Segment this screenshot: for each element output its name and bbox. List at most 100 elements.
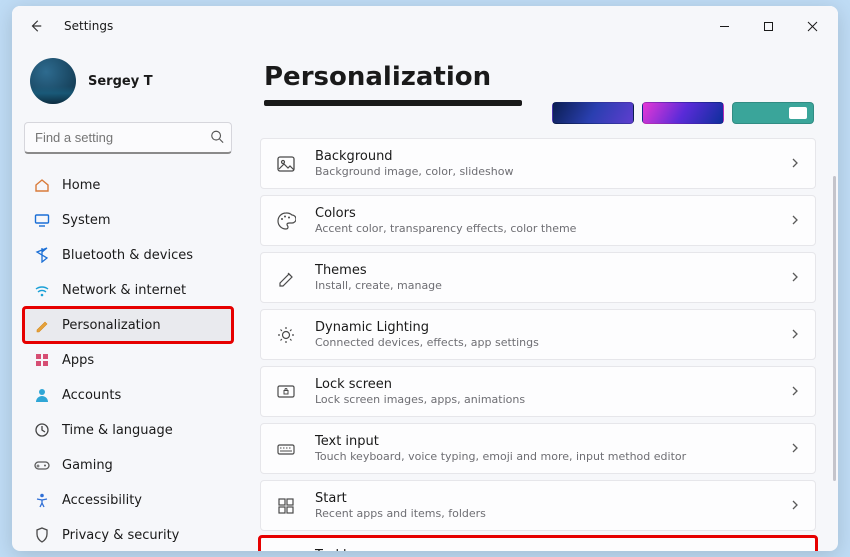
minimize-button[interactable] — [702, 6, 746, 46]
tile-title: Taskbar — [315, 548, 789, 551]
sidebar-item-system[interactable]: System — [24, 203, 232, 237]
accounts-icon — [34, 387, 50, 403]
back-arrow-icon — [29, 19, 43, 33]
time-icon — [34, 422, 50, 438]
network-icon — [34, 282, 50, 298]
tile-subtitle: Touch keyboard, voice typing, emoji and … — [315, 450, 789, 463]
tile-text: BackgroundBackground image, color, slide… — [315, 149, 789, 178]
apps-icon — [34, 352, 50, 368]
sidebar-item-label: Bluetooth & devices — [62, 248, 193, 263]
tile-taskbar[interactable]: TaskbarTaskbar behaviors, system pins — [260, 537, 816, 551]
system-icon — [34, 212, 50, 228]
tile-title: Dynamic Lighting — [315, 320, 789, 335]
tile-text[interactable]: Text inputTouch keyboard, voice typing, … — [260, 423, 816, 474]
user-name: Sergey T — [88, 74, 153, 89]
scrollbar[interactable] — [833, 176, 836, 481]
sidebar-item-label: System — [62, 213, 110, 228]
sidebar-item-network[interactable]: Network & internet — [24, 273, 232, 307]
search-icon — [210, 129, 224, 148]
lock-icon — [275, 381, 297, 403]
accessibility-icon — [34, 492, 50, 508]
sidebar-item-label: Accounts — [62, 388, 121, 403]
background-icon — [275, 153, 297, 175]
search-input[interactable] — [24, 122, 232, 154]
dynamic-icon — [275, 324, 297, 346]
tile-subtitle: Connected devices, effects, app settings — [315, 336, 789, 349]
search-wrap — [24, 122, 232, 154]
sidebar-item-label: Home — [62, 178, 100, 193]
nav-list: Home System Bluetooth & devices Network & i… — [24, 168, 232, 551]
window-title: Settings — [64, 19, 113, 33]
settings-tiles: BackgroundBackground image, color, slide… — [260, 138, 816, 551]
theme-preview-row — [260, 102, 816, 138]
theme-thumb[interactable] — [552, 102, 634, 124]
avatar — [30, 58, 76, 104]
tile-text: Dynamic LightingConnected devices, effec… — [315, 320, 789, 349]
tile-title: Lock screen — [315, 377, 789, 392]
minimize-icon — [719, 21, 730, 32]
start-icon — [275, 495, 297, 517]
tile-subtitle: Accent color, transparency effects, colo… — [315, 222, 789, 235]
sidebar-item-accessibility[interactable]: Accessibility — [24, 483, 232, 517]
tile-themes[interactable]: ThemesInstall, create, manage — [260, 252, 816, 303]
tile-text: Text inputTouch keyboard, voice typing, … — [315, 434, 789, 463]
chevron-right-icon — [789, 211, 801, 230]
theme-thumb[interactable] — [642, 102, 724, 124]
sidebar-item-label: Personalization — [62, 318, 161, 333]
content-area: Sergey T Home System Bluetooth & devices Ne… — [12, 46, 838, 551]
tile-text: TaskbarTaskbar behaviors, system pins — [315, 548, 789, 551]
sidebar-item-bluetooth[interactable]: Bluetooth & devices — [24, 238, 232, 272]
maximize-button[interactable] — [746, 6, 790, 46]
tile-subtitle: Background image, color, slideshow — [315, 165, 789, 178]
privacy-icon — [34, 527, 50, 543]
page-title: Personalization — [264, 62, 816, 92]
chevron-right-icon — [789, 439, 801, 458]
chevron-right-icon — [789, 382, 801, 401]
tile-start[interactable]: StartRecent apps and items, folders — [260, 480, 816, 531]
close-button[interactable] — [790, 6, 834, 46]
sidebar-item-time[interactable]: Time & language — [24, 413, 232, 447]
tile-title: Themes — [315, 263, 789, 278]
theme-thumb[interactable] — [732, 102, 814, 124]
personalization-icon — [34, 317, 50, 333]
tile-subtitle: Lock screen images, apps, animations — [315, 393, 789, 406]
chevron-right-icon — [789, 154, 801, 173]
back-button[interactable] — [16, 6, 56, 46]
tile-title: Start — [315, 491, 789, 506]
tile-text: ColorsAccent color, transparency effects… — [315, 206, 789, 235]
home-icon — [34, 177, 50, 193]
sidebar-item-label: Gaming — [62, 458, 113, 473]
close-icon — [807, 21, 818, 32]
sidebar-item-home[interactable]: Home — [24, 168, 232, 202]
bluetooth-icon — [34, 247, 50, 263]
tile-background[interactable]: BackgroundBackground image, color, slide… — [260, 138, 816, 189]
chevron-right-icon — [789, 496, 801, 515]
sidebar-item-label: Time & language — [62, 423, 173, 438]
tile-subtitle: Install, create, manage — [315, 279, 789, 292]
tile-text: ThemesInstall, create, manage — [315, 263, 789, 292]
user-profile[interactable]: Sergey T — [24, 52, 232, 118]
sidebar-item-personalization[interactable]: Personalization — [24, 308, 232, 342]
tile-text: Lock screenLock screen images, apps, ani… — [315, 377, 789, 406]
sidebar-item-apps[interactable]: Apps — [24, 343, 232, 377]
tile-lock[interactable]: Lock screenLock screen images, apps, ani… — [260, 366, 816, 417]
sidebar-item-privacy[interactable]: Privacy & security — [24, 518, 232, 551]
tile-dynamic[interactable]: Dynamic LightingConnected devices, effec… — [260, 309, 816, 360]
sidebar-item-gaming[interactable]: Gaming — [24, 448, 232, 482]
tile-subtitle: Recent apps and items, folders — [315, 507, 789, 520]
main-panel: Personalization BackgroundBackground ima… — [244, 46, 838, 551]
theme-thumbs — [552, 102, 816, 124]
tile-text: StartRecent apps and items, folders — [315, 491, 789, 520]
sidebar: Sergey T Home System Bluetooth & devices Ne… — [12, 46, 244, 551]
themes-icon — [275, 267, 297, 289]
tile-title: Text input — [315, 434, 789, 449]
sidebar-item-accounts[interactable]: Accounts — [24, 378, 232, 412]
sidebar-item-label: Apps — [62, 353, 94, 368]
tile-title: Background — [315, 149, 789, 164]
titlebar: Settings — [12, 6, 838, 46]
colors-icon — [275, 210, 297, 232]
tile-colors[interactable]: ColorsAccent color, transparency effects… — [260, 195, 816, 246]
maximize-icon — [763, 21, 774, 32]
settings-window: Settings Sergey T Home System Bluetooth & … — [12, 6, 838, 551]
window-controls — [702, 6, 834, 46]
